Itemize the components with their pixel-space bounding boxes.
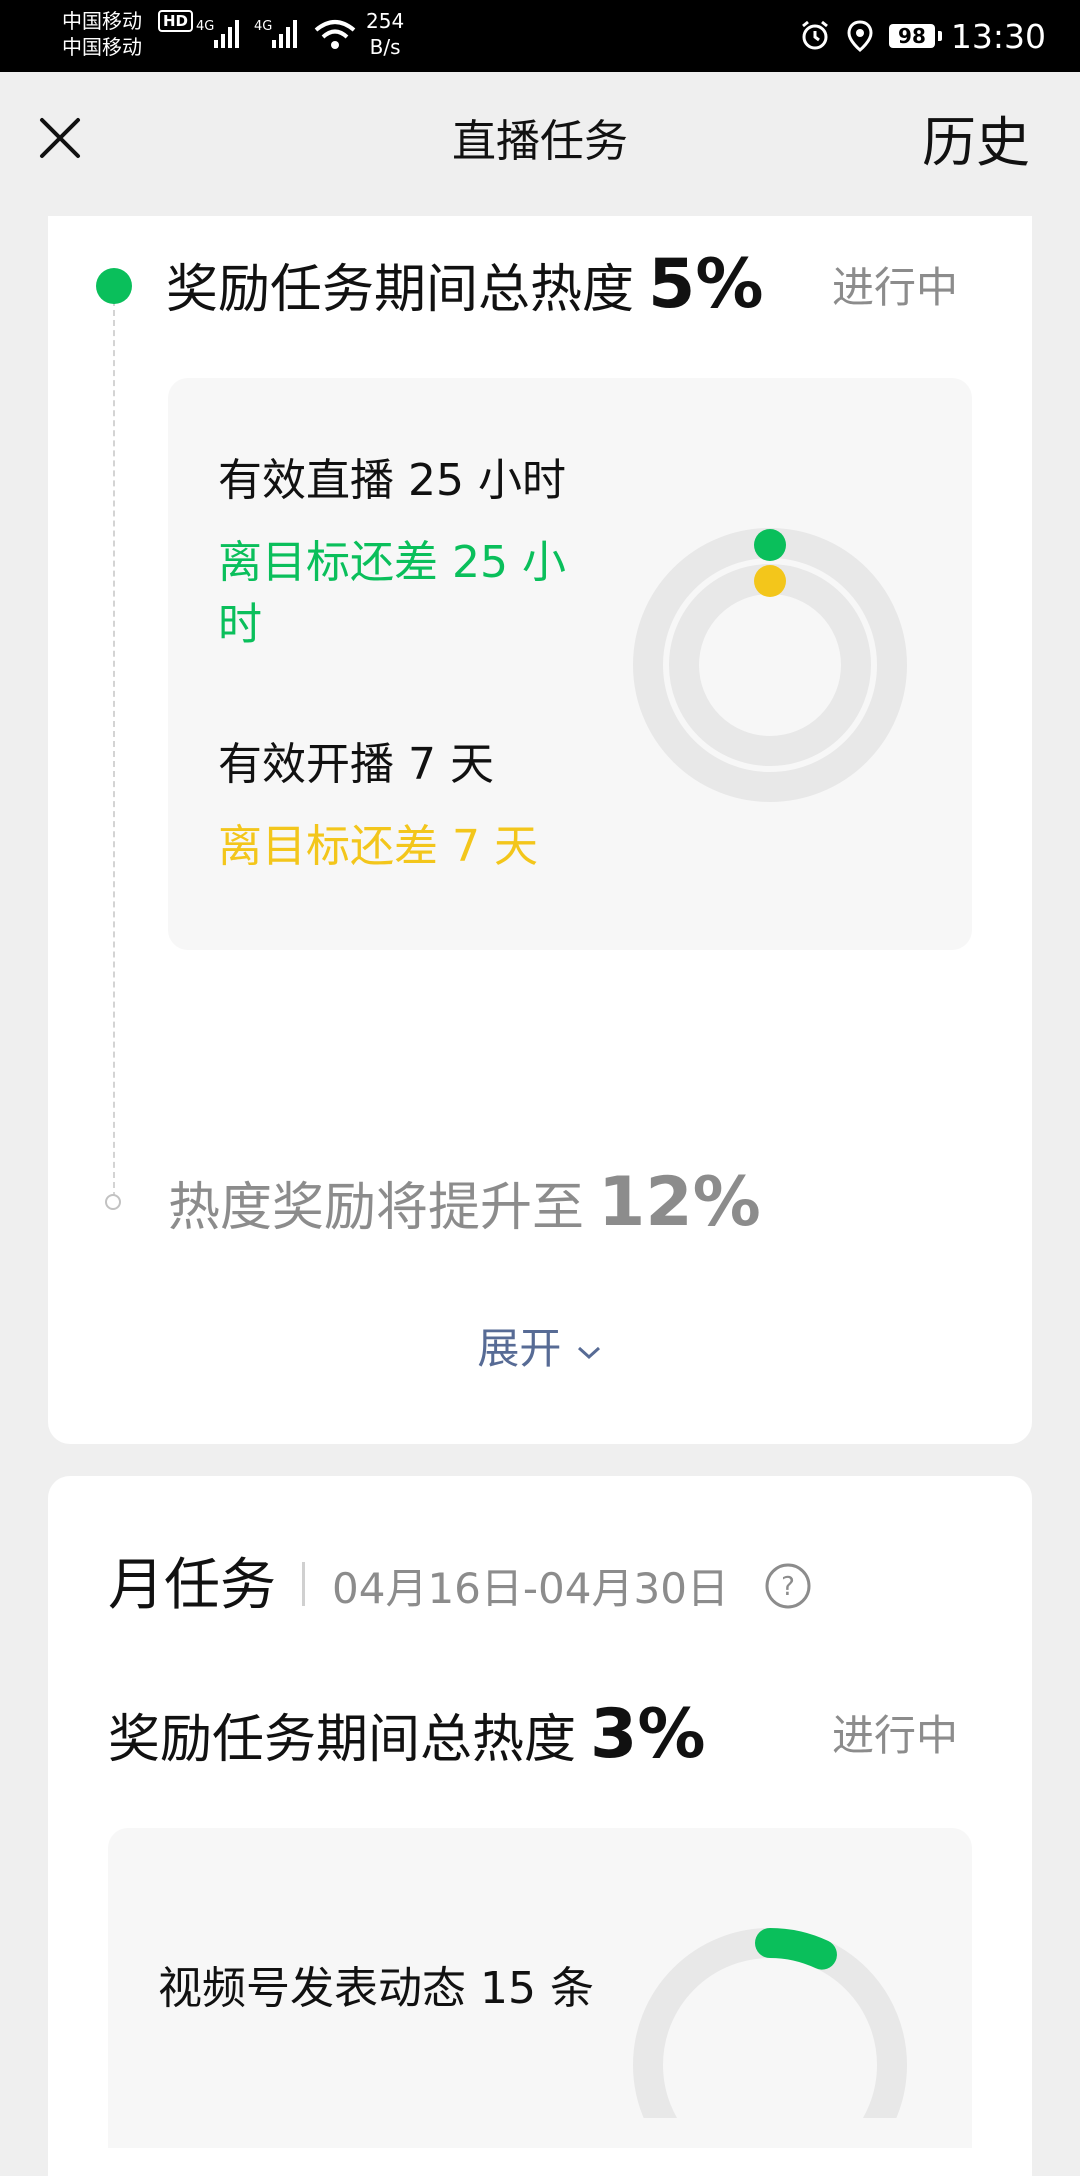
nav-header: 直播任务 历史: [0, 72, 1080, 216]
status-right: 98 13:30: [799, 12, 1046, 60]
svg-text:?: ?: [781, 1572, 795, 1602]
month-heat-label: 奖励任务期间总热度: [108, 1710, 577, 1770]
next-heat-title: 热度奖励将提升至 12%: [168, 1168, 761, 1243]
chevron-down-icon: [577, 1346, 600, 1359]
task-status: 进行中: [832, 263, 959, 312]
ring-inner-progress: [754, 565, 786, 597]
ring-inner-track: [669, 564, 871, 766]
net-label-2: 4G: [254, 19, 272, 34]
metric-live-hours-remaining: 离目标还差 25 小时: [218, 537, 566, 650]
net-label-1: 4G: [196, 19, 214, 34]
title-divider: [302, 1562, 305, 1606]
month-ring-progress: [755, 1928, 837, 1970]
location-icon: [847, 20, 873, 52]
timeline-dot-active: [96, 268, 132, 304]
month-ring-track: [633, 1928, 907, 2118]
metric-live-hours: 有效直播 25 小时: [218, 455, 566, 506]
history-button[interactable]: 历史: [922, 112, 1030, 174]
metric-live-days-remaining: 离目标还差 7 天: [218, 821, 538, 872]
metric-video-posts: 视频号发表动态 15 条: [158, 1963, 594, 2014]
status-time: 13:30: [950, 16, 1046, 56]
signal-icon-1: 4G: [196, 19, 239, 48]
expand-label: 展开: [477, 1324, 562, 1373]
month-task-range: 04月16日-04月30日: [332, 1564, 729, 1613]
month-heat-value: 3%: [590, 1695, 706, 1774]
carrier-2: 中国移动: [62, 35, 142, 59]
wifi-icon: [314, 20, 356, 49]
task-heat-label: 奖励任务期间总热度: [166, 260, 635, 320]
alarm-icon: [802, 20, 828, 50]
task-heat-title: 奖励任务期间总热度 5%: [166, 250, 763, 325]
page-title: 直播任务: [452, 116, 628, 167]
network-speed: 254 B/s: [366, 8, 404, 60]
ring-outer-progress: [754, 529, 786, 561]
month-progress-ring: [633, 1928, 907, 2118]
metric-live-days: 有效开播 7 天: [218, 739, 494, 790]
month-heat-title: 奖励任务期间总热度 3%: [108, 1700, 705, 1775]
month-task-title: 月任务: [108, 1553, 276, 1618]
next-heat-label: 热度奖励将提升至: [168, 1178, 585, 1238]
next-heat-value: 12%: [598, 1163, 761, 1242]
speed-value: 254: [366, 9, 405, 33]
battery-icon: 98: [889, 24, 942, 48]
expand-button[interactable]: 展开: [0, 1318, 1080, 1380]
carrier-info: 中国移动 中国移动: [62, 8, 142, 60]
carrier-1: 中国移动: [62, 9, 142, 33]
progress-ring: [633, 528, 907, 802]
help-icon[interactable]: ?: [764, 1562, 812, 1610]
task-heat-value: 5%: [648, 245, 764, 324]
status-bar: 中国移动 中国移动 HD 4G 4G 254 B/s 98 13:30: [0, 0, 1080, 72]
month-task-status: 进行中: [832, 1711, 959, 1760]
hd-badge: HD: [158, 10, 194, 32]
timeline-connector: [113, 300, 115, 1198]
speed-unit: B/s: [369, 35, 401, 59]
timeline-dot-next: [105, 1194, 121, 1210]
signal-icon-2: 4G: [254, 19, 297, 48]
